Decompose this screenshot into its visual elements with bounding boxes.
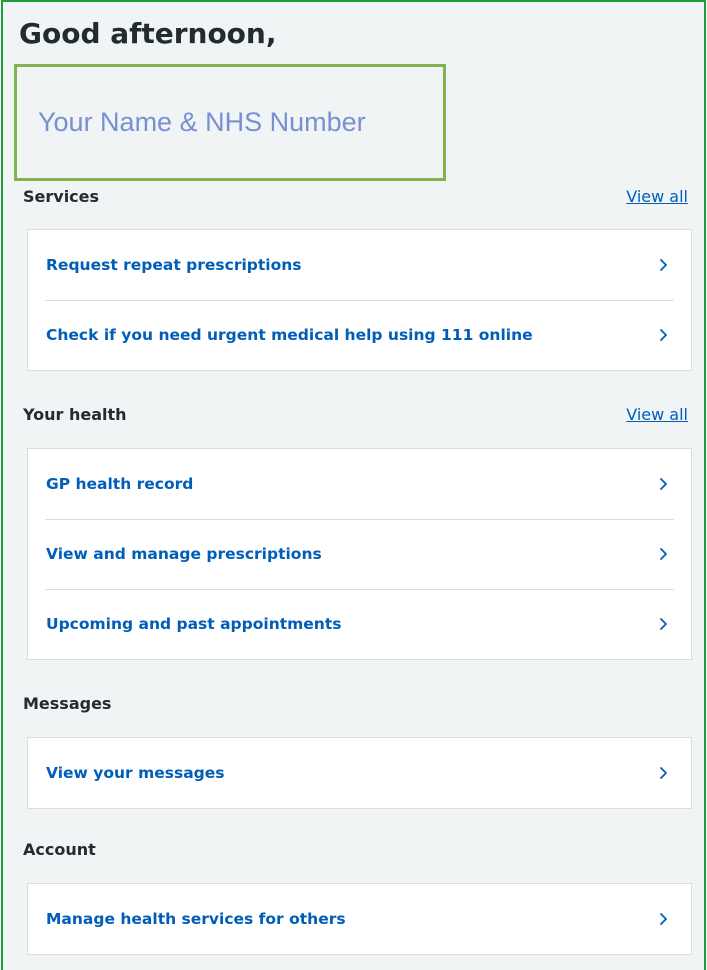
- name-nhs-number-box: Your Name & NHS Number: [14, 64, 446, 181]
- chevron-right-icon: [660, 548, 667, 560]
- list-item-upcoming-past-appointments[interactable]: Upcoming and past appointments: [28, 589, 691, 659]
- list-item-label: GP health record: [46, 475, 194, 493]
- services-view-all-link[interactable]: View all: [626, 187, 688, 206]
- services-section-title: Services: [23, 186, 100, 206]
- services-section-header: Services View all: [23, 185, 688, 207]
- list-item-view-your-messages[interactable]: View your messages: [28, 738, 691, 808]
- list-item-check-111-online[interactable]: Check if you need urgent medical help us…: [28, 300, 691, 370]
- list-item-request-repeat-prescriptions[interactable]: Request repeat prescriptions: [28, 230, 691, 300]
- list-item-label: Manage health services for others: [46, 910, 346, 928]
- chevron-right-icon: [660, 618, 667, 630]
- chevron-right-icon: [660, 913, 667, 925]
- app-screen: Good afternoon, Your Name & NHS Number S…: [1, 0, 706, 970]
- account-section-title: Account: [23, 839, 96, 859]
- list-item-label: View and manage prescriptions: [46, 545, 322, 563]
- your-health-card: GP health record View and manage prescri…: [27, 448, 692, 660]
- list-item-label: Check if you need urgent medical help us…: [46, 326, 533, 344]
- list-item-label: View your messages: [46, 764, 225, 782]
- chevron-right-icon: [660, 767, 667, 779]
- list-item-label: Upcoming and past appointments: [46, 615, 342, 633]
- chevron-right-icon: [660, 478, 667, 490]
- account-section-header: Account: [23, 838, 688, 860]
- your-health-view-all-link[interactable]: View all: [626, 405, 688, 424]
- list-item-manage-health-services-for-others[interactable]: Manage health services for others: [28, 884, 691, 954]
- chevron-right-icon: [660, 259, 667, 271]
- messages-card: View your messages: [27, 737, 692, 809]
- chevron-right-icon: [660, 329, 667, 341]
- your-health-section-header: Your health View all: [23, 403, 688, 425]
- list-item-gp-health-record[interactable]: GP health record: [28, 449, 691, 519]
- messages-section-title: Messages: [23, 693, 112, 713]
- your-health-section-title: Your health: [23, 404, 127, 424]
- messages-section-header: Messages: [23, 692, 688, 714]
- list-item-view-manage-prescriptions[interactable]: View and manage prescriptions: [28, 519, 691, 589]
- services-card: Request repeat prescriptions Check if yo…: [27, 229, 692, 371]
- list-item-label: Request repeat prescriptions: [46, 256, 302, 274]
- account-card: Manage health services for others: [27, 883, 692, 955]
- name-nhs-number-text: Your Name & NHS Number: [38, 107, 366, 137]
- greeting-heading: Good afternoon,: [19, 17, 277, 50]
